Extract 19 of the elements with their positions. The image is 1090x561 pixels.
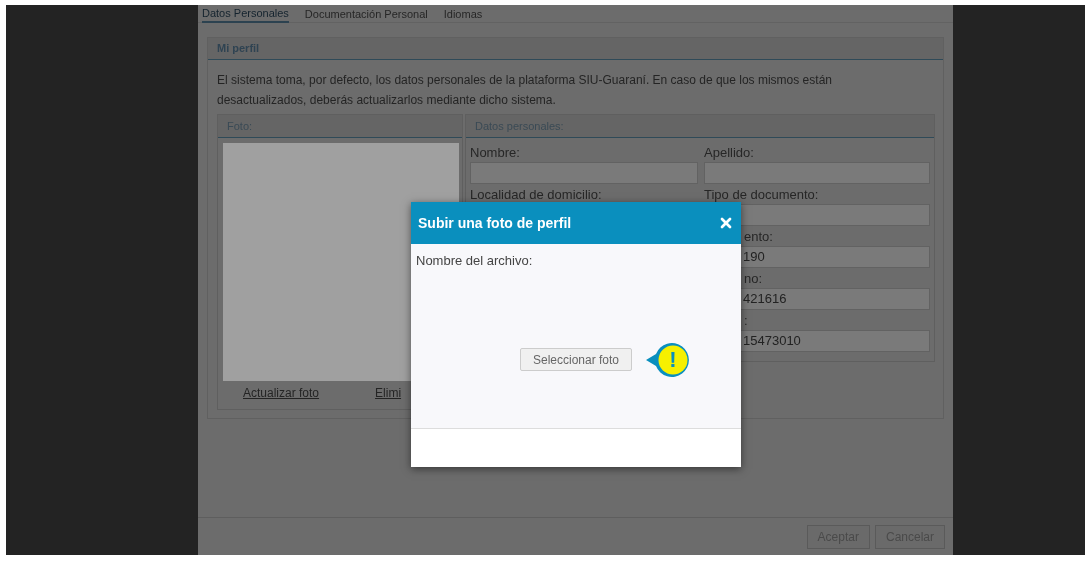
photo-link[interactable]: Actualizar foto: [243, 384, 320, 402]
field-label: Tipo de documento:: [704, 187, 820, 203]
photo-link[interactable]: Elimi: [375, 384, 402, 402]
field-label: Localidad de domicilio:: [470, 187, 603, 203]
field-label: ento:: [743, 229, 774, 245]
tab[interactable]: Documentación Personal: [304, 5, 428, 23]
field-label: Nombre:: [470, 145, 521, 161]
dialog-title: Subir una foto de perfil: [418, 213, 572, 233]
field-label: :: [743, 313, 749, 329]
close-icon[interactable]: [718, 215, 734, 231]
select-photo-button[interactable]: Seleccionar foto: [520, 348, 632, 371]
field-label: no:: [743, 271, 764, 287]
notice-text: El sistema toma, por defecto, los datos personales de la plataforma SIU-Guaraní. En caso de que los mismos están desactualizados, deberás actualizarlos mediante dicho sistema.: [216, 72, 833, 109]
field-label: Apellido:: [704, 145, 755, 161]
text-field[interactable]: [704, 162, 930, 184]
tab[interactable]: Idiomas: [443, 5, 483, 23]
text-field[interactable]: [470, 162, 698, 184]
tab[interactable]: Datos Personales: [202, 5, 289, 23]
file-name-label: Nombre del archivo:: [415, 252, 534, 270]
